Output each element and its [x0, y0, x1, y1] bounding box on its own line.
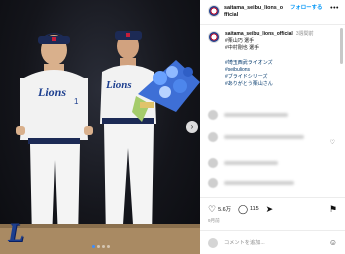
caption-text: saitama_seibu_lions_official 3週間前 #栗山巧 選手… — [225, 31, 314, 89]
team-logo-icon: L — [8, 218, 24, 247]
like-action[interactable]: ♡ 5.6万 — [208, 204, 231, 214]
smile-icon[interactable]: ☺ — [329, 238, 337, 247]
commenter-avatar — [208, 158, 218, 168]
like-count: 5.6万 — [218, 206, 231, 213]
hashtag-link[interactable]: #ありがとう栗山さん — [225, 81, 314, 88]
commenter-avatar — [208, 110, 218, 120]
comment-text-blurred — [224, 181, 294, 185]
comment-like-icon[interactable]: ♡ — [330, 139, 335, 146]
comment-item — [208, 158, 278, 168]
comment-count: 115 — [250, 205, 259, 212]
comment-action[interactable]: ◯ 115 — [238, 204, 259, 214]
account-avatar[interactable] — [208, 5, 220, 17]
player-left: Lions 1 — [16, 33, 93, 246]
svg-text:1: 1 — [74, 97, 79, 106]
comment-item — [208, 132, 304, 142]
caption-line: #中村剛也 選手 — [225, 45, 260, 52]
comment-icon[interactable]: ◯ — [238, 204, 248, 214]
player-right: Lions — [100, 31, 156, 246]
more-options-icon[interactable]: ••• — [330, 5, 339, 12]
caption-avatar[interactable] — [208, 31, 220, 43]
post-sidebar: saitama_seibu_lions_official フォローする ••• … — [200, 0, 345, 254]
post-header: saitama_seibu_lions_official フォローする ••• — [200, 0, 345, 25]
post-photo[interactable]: Lions 1 Lions L › — [0, 0, 200, 254]
post-date: 9月前 — [208, 218, 220, 223]
stage-floor — [0, 224, 200, 254]
action-bar: ♡ 5.6万 ◯ 115 ➤ ⚑ — [200, 197, 345, 219]
carousel-dot — [102, 245, 105, 248]
comment-input[interactable]: コメントを追加... — [224, 239, 329, 246]
heart-icon[interactable]: ♡ — [208, 204, 216, 214]
caption-username[interactable]: saitama_seibu_lions_official — [225, 31, 293, 37]
share-action[interactable]: ➤ — [266, 204, 274, 214]
players-illustration: Lions 1 Lions — [16, 31, 200, 246]
current-user-avatar — [208, 237, 218, 248]
follow-button[interactable]: フォローする — [290, 5, 322, 12]
comment-text-blurred — [224, 113, 288, 117]
hashtag-link[interactable]: #埼玉西武ライオンズ — [225, 60, 314, 67]
share-icon[interactable]: ➤ — [266, 204, 274, 214]
add-comment-bar: コメントを追加... ☺ — [200, 230, 345, 254]
commenter-avatar — [208, 178, 218, 188]
svg-text:Lions: Lions — [37, 85, 66, 99]
comment-item — [208, 178, 294, 188]
carousel-dot-active — [92, 245, 95, 248]
account-username[interactable]: saitama_seibu_lions_official — [224, 5, 284, 19]
carousel-dot — [97, 245, 100, 248]
comment-item — [208, 110, 288, 120]
svg-text:Lions: Lions — [105, 79, 132, 91]
next-photo-button[interactable]: › — [186, 121, 198, 133]
commenter-avatar — [208, 132, 218, 142]
carousel-dots — [92, 245, 110, 248]
caption-time: 3週間前 — [295, 31, 314, 37]
bookmark-icon[interactable]: ⚑ — [329, 204, 337, 214]
comment-text-blurred — [224, 135, 304, 139]
comment-text-blurred — [224, 161, 278, 165]
carousel-dot — [107, 245, 110, 248]
